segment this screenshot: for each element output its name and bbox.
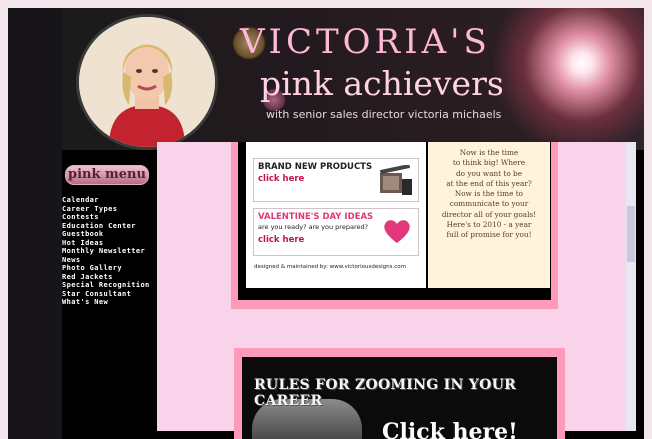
quote-line: Here's to 2010 - a year xyxy=(446,220,532,230)
sidebar-menu: Calendar Career Types Contests Education… xyxy=(62,196,150,307)
vertical-scrollbar[interactable] xyxy=(626,142,636,431)
sidebar-item-star-consultant[interactable]: Star Consultant xyxy=(62,290,150,299)
sidebar-item-monthly-newsletter[interactable]: Monthly Newsletter xyxy=(62,247,150,256)
site-tagline: with senior sales director victoria mich… xyxy=(266,108,502,121)
career-banner-card: RULES FOR ZOOMING IN YOUR CAREER Click h… xyxy=(234,348,565,439)
quote-line: to think big! Where xyxy=(452,158,526,168)
quote-line: director all of your goals! xyxy=(441,209,537,219)
sidebar-item-hot-ideas[interactable]: Hot Ideas xyxy=(62,239,150,248)
career-click-here-link[interactable]: Click here! xyxy=(382,419,518,439)
sidebar-item-red-jackets[interactable]: Red Jackets xyxy=(62,273,150,282)
goals-quote: Now is the time to think big! Where do y… xyxy=(428,142,550,288)
sidebar-item-whats-new[interactable]: What's New xyxy=(62,298,150,307)
products-ad-title: BRAND NEW PRODUCTS xyxy=(258,162,373,172)
products-click-here-link[interactable]: click here xyxy=(258,174,304,184)
sidebar-item-calendar[interactable]: Calendar xyxy=(62,196,150,205)
makeup-product-icon xyxy=(379,165,412,195)
quote-line: at the end of this year? xyxy=(446,178,532,188)
sidebar-item-special-recognition[interactable]: Special Recognition xyxy=(62,281,150,290)
products-ad[interactable]: BRAND NEW PRODUCTS click here xyxy=(253,158,419,202)
valentine-click-here-link[interactable]: click here xyxy=(258,235,304,245)
valentine-ad-subtitle: are you ready? are you prepared? xyxy=(258,223,369,231)
quote-line: Now is the time xyxy=(459,148,519,157)
left-dark-strip xyxy=(8,8,62,439)
sidebar-item-photo-gallery[interactable]: Photo Gallery xyxy=(62,264,150,273)
site-header: VICTORIA'S pink achievers with senior sa… xyxy=(62,8,644,150)
quote-line: communicate to your xyxy=(449,199,529,209)
site-title-subline: pink achievers xyxy=(260,64,504,103)
site-title: VICTORIA'S xyxy=(240,22,491,62)
sidebar-item-career-types[interactable]: Career Types xyxy=(62,205,150,214)
valentine-ad[interactable]: VALENTINE'S DAY IDEAS are you ready? are… xyxy=(253,208,419,256)
pink-menu-badge: pink menu xyxy=(65,165,149,185)
ads-panel: BRAND NEW PRODUCTS click here VALENTINE'… xyxy=(246,142,426,288)
heart-icon xyxy=(384,220,410,243)
quote-line: full of promise for you! xyxy=(446,230,532,240)
valentine-ad-title: VALENTINE'S DAY IDEAS xyxy=(258,212,374,222)
career-banner[interactable]: RULES FOR ZOOMING IN YOUR CAREER Click h… xyxy=(242,357,557,439)
scrollbar-thumb[interactable] xyxy=(627,206,635,262)
quote-line: do you want to be xyxy=(455,168,523,178)
sidebar-item-education-center[interactable]: Education Center xyxy=(62,222,150,231)
career-banner-title: RULES FOR ZOOMING IN YOUR CAREER xyxy=(254,377,517,409)
designer-credit: designed & maintained by: www.victorious… xyxy=(254,264,406,270)
sidebar-item-news[interactable]: News xyxy=(62,256,150,265)
ideas-card-inner: BRAND NEW PRODUCTS click here VALENTINE'… xyxy=(238,142,551,300)
ideas-card: BRAND NEW PRODUCTS click here VALENTINE'… xyxy=(231,142,558,309)
sidebar-item-contests[interactable]: Contests xyxy=(62,213,150,222)
sidebar-item-guestbook[interactable]: Guestbook xyxy=(62,230,150,239)
portrait-photo xyxy=(76,14,218,150)
quote-line: Now is the time to xyxy=(454,189,524,199)
